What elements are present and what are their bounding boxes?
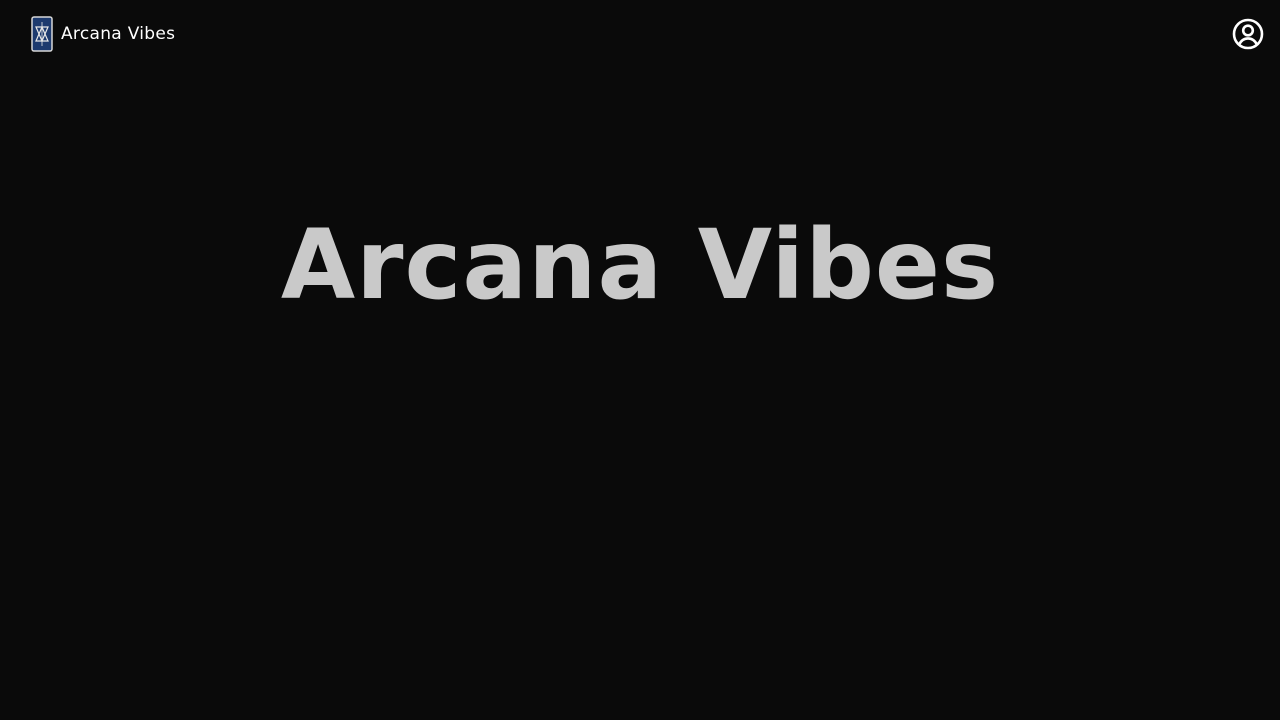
top-bar: Arcana Vibes — [0, 0, 1280, 68]
tarot-card-icon — [31, 16, 53, 52]
user-circle-icon — [1231, 17, 1265, 51]
brand-home-link[interactable]: Arcana Vibes — [31, 16, 175, 52]
hero-section: Arcana Vibes — [0, 200, 1280, 330]
brand-name: Arcana Vibes — [61, 24, 176, 44]
hero-title: Arcana Vibes — [280, 209, 1000, 321]
account-button[interactable] — [1231, 17, 1265, 51]
